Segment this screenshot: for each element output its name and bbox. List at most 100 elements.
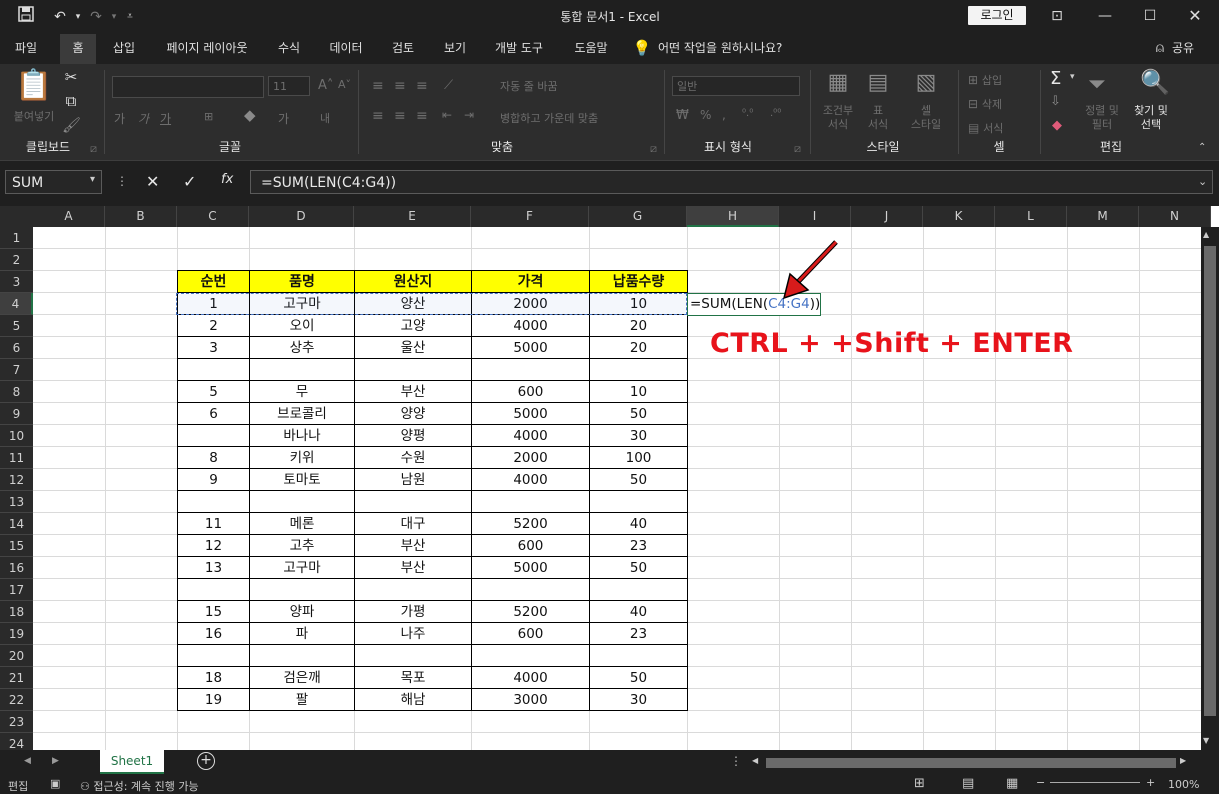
grow-font-icon[interactable]: A˄ bbox=[318, 78, 333, 93]
table-cell-qty[interactable]: 23 bbox=[589, 622, 688, 645]
align-middle-icon[interactable]: ≡ bbox=[394, 78, 406, 94]
save-icon[interactable] bbox=[14, 6, 38, 28]
table-cell-item[interactable] bbox=[249, 358, 355, 381]
table-cell-origin[interactable] bbox=[354, 358, 472, 381]
table-cell-price[interactable] bbox=[471, 358, 590, 381]
table-cell-qty[interactable]: 30 bbox=[589, 688, 688, 711]
table-cell-qty[interactable]: 40 bbox=[589, 600, 688, 623]
table-cell-item[interactable]: 무 bbox=[249, 380, 355, 403]
zoom-in-icon[interactable]: + bbox=[1146, 776, 1155, 789]
table-cell-price[interactable]: 600 bbox=[471, 380, 590, 403]
tab-developer[interactable]: 개발 도구 bbox=[486, 34, 552, 64]
format-table-label[interactable]: 표 서식 bbox=[858, 104, 898, 132]
ribbon-display-icon[interactable]: ⊡ bbox=[1034, 4, 1080, 28]
table-cell-price[interactable]: 5000 bbox=[471, 336, 590, 359]
table-cell-price[interactable] bbox=[471, 578, 590, 601]
column-header-e[interactable]: E bbox=[354, 206, 471, 227]
clear-icon[interactable]: ◆ bbox=[1052, 118, 1062, 133]
table-cell-qty[interactable] bbox=[589, 578, 688, 601]
bold-icon[interactable]: 가 bbox=[114, 110, 125, 127]
column-header-b[interactable]: B bbox=[105, 206, 177, 227]
table-cell-seq[interactable]: 18 bbox=[177, 666, 250, 689]
table-cell-item[interactable]: 토마토 bbox=[249, 468, 355, 491]
column-header-j[interactable]: J bbox=[851, 206, 923, 227]
row-header-14[interactable]: 14 bbox=[0, 513, 33, 535]
table-cell-item[interactable]: 팔 bbox=[249, 688, 355, 711]
table-cell-price[interactable]: 4000 bbox=[471, 666, 590, 689]
normal-view-icon[interactable]: ⊞ bbox=[914, 776, 925, 791]
row-header-19[interactable]: 19 bbox=[0, 623, 33, 645]
zoom-out-icon[interactable]: − bbox=[1036, 776, 1045, 789]
table-cell-qty[interactable] bbox=[589, 490, 688, 513]
row-header-10[interactable]: 10 bbox=[0, 425, 33, 447]
decrease-decimal-icon[interactable]: .⁰⁰ bbox=[770, 108, 781, 119]
table-cell-price[interactable]: 5200 bbox=[471, 512, 590, 535]
page-break-view-icon[interactable]: ▦ bbox=[1006, 776, 1018, 791]
row-header-16[interactable]: 16 bbox=[0, 557, 33, 579]
merge-center-button[interactable]: 병합하고 가운데 맞춤 bbox=[500, 110, 598, 126]
font-size-box[interactable]: 11 bbox=[268, 76, 310, 96]
column-header-h[interactable]: H bbox=[687, 206, 779, 227]
table-cell-qty[interactable]: 50 bbox=[589, 402, 688, 425]
sort-filter-icon[interactable]: ⏷ bbox=[1088, 72, 1106, 97]
table-cell-price[interactable]: 5000 bbox=[471, 402, 590, 425]
table-header-origin[interactable]: 원산지 bbox=[354, 270, 472, 293]
table-cell-item[interactable] bbox=[249, 644, 355, 667]
table-cell-seq[interactable]: 3 bbox=[177, 336, 250, 359]
table-cell-qty[interactable]: 50 bbox=[589, 556, 688, 579]
column-header-d[interactable]: D bbox=[249, 206, 354, 227]
row-header-24[interactable]: 24 bbox=[0, 733, 33, 750]
table-cell-seq[interactable]: 19 bbox=[177, 688, 250, 711]
cancel-icon[interactable]: ✕ bbox=[146, 172, 159, 191]
restore-icon[interactable]: ☐ bbox=[1127, 4, 1173, 28]
table-cell-seq[interactable]: 5 bbox=[177, 380, 250, 403]
table-cell-item[interactable]: 양파 bbox=[249, 600, 355, 623]
share-button[interactable]: 공유 bbox=[1168, 34, 1198, 64]
scroll-right-icon[interactable]: ▶ bbox=[1180, 756, 1186, 765]
scroll-left-icon[interactable]: ◀ bbox=[752, 756, 758, 765]
table-header-item[interactable]: 품명 bbox=[249, 270, 355, 293]
align-top-icon[interactable]: ≡ bbox=[372, 78, 384, 94]
table-header-qty[interactable]: 납품수량 bbox=[589, 270, 688, 293]
fill-color-icon[interactable]: ◆ bbox=[244, 106, 256, 124]
increase-decimal-icon[interactable]: ⁰.⁰ bbox=[742, 108, 753, 119]
table-cell-price[interactable] bbox=[471, 644, 590, 667]
align-center-icon[interactable]: ≡ bbox=[394, 108, 406, 124]
row-header-7[interactable]: 7 bbox=[0, 359, 33, 381]
table-cell-origin[interactable]: 해남 bbox=[354, 688, 472, 711]
table-cell-item[interactable]: 바나나 bbox=[249, 424, 355, 447]
formula-input[interactable]: =SUM(LEN(C4:G4)) bbox=[250, 170, 1213, 194]
row-header-17[interactable]: 17 bbox=[0, 579, 33, 601]
table-cell-seq[interactable] bbox=[177, 644, 250, 667]
table-cell-origin[interactable] bbox=[354, 490, 472, 513]
clipboard-launcher-icon[interactable]: ⧄ bbox=[90, 142, 97, 156]
table-cell-qty[interactable]: 23 bbox=[589, 534, 688, 557]
row-header-21[interactable]: 21 bbox=[0, 667, 33, 689]
italic-icon[interactable]: 가 bbox=[138, 110, 149, 127]
column-header-f[interactable]: F bbox=[471, 206, 589, 227]
row-header-22[interactable]: 22 bbox=[0, 689, 33, 711]
row-header-2[interactable]: 2 bbox=[0, 249, 33, 271]
row-header-15[interactable]: 15 bbox=[0, 535, 33, 557]
table-cell-seq[interactable]: 16 bbox=[177, 622, 250, 645]
tab-insert[interactable]: 삽입 bbox=[104, 34, 144, 64]
table-cell-origin[interactable] bbox=[354, 644, 472, 667]
table-cell-price[interactable]: 600 bbox=[471, 534, 590, 557]
find-select-icon[interactable]: 🔍 bbox=[1140, 68, 1170, 96]
format-painter-icon[interactable]: 🖌 bbox=[62, 116, 81, 134]
login-button[interactable]: 로그인 bbox=[968, 6, 1026, 25]
tab-data[interactable]: 데이터 bbox=[321, 34, 371, 64]
align-right-icon[interactable]: ≡ bbox=[416, 108, 428, 124]
table-cell-price[interactable]: 2000 bbox=[471, 446, 590, 469]
scroll-down-icon[interactable]: ▼ bbox=[1203, 736, 1209, 745]
table-cell-seq[interactable]: 9 bbox=[177, 468, 250, 491]
table-cell-seq[interactable] bbox=[177, 424, 250, 447]
table-cell-qty[interactable]: 50 bbox=[589, 666, 688, 689]
next-sheet-icon[interactable]: ▶ bbox=[52, 756, 59, 766]
tab-help[interactable]: 도움말 bbox=[566, 34, 616, 64]
enter-icon[interactable]: ✓ bbox=[183, 172, 196, 191]
column-header-n[interactable]: N bbox=[1139, 206, 1211, 227]
table-cell-qty[interactable]: 20 bbox=[589, 314, 688, 337]
decrease-indent-icon[interactable]: ⇤ bbox=[442, 108, 452, 122]
row-header-6[interactable]: 6 bbox=[0, 337, 33, 359]
